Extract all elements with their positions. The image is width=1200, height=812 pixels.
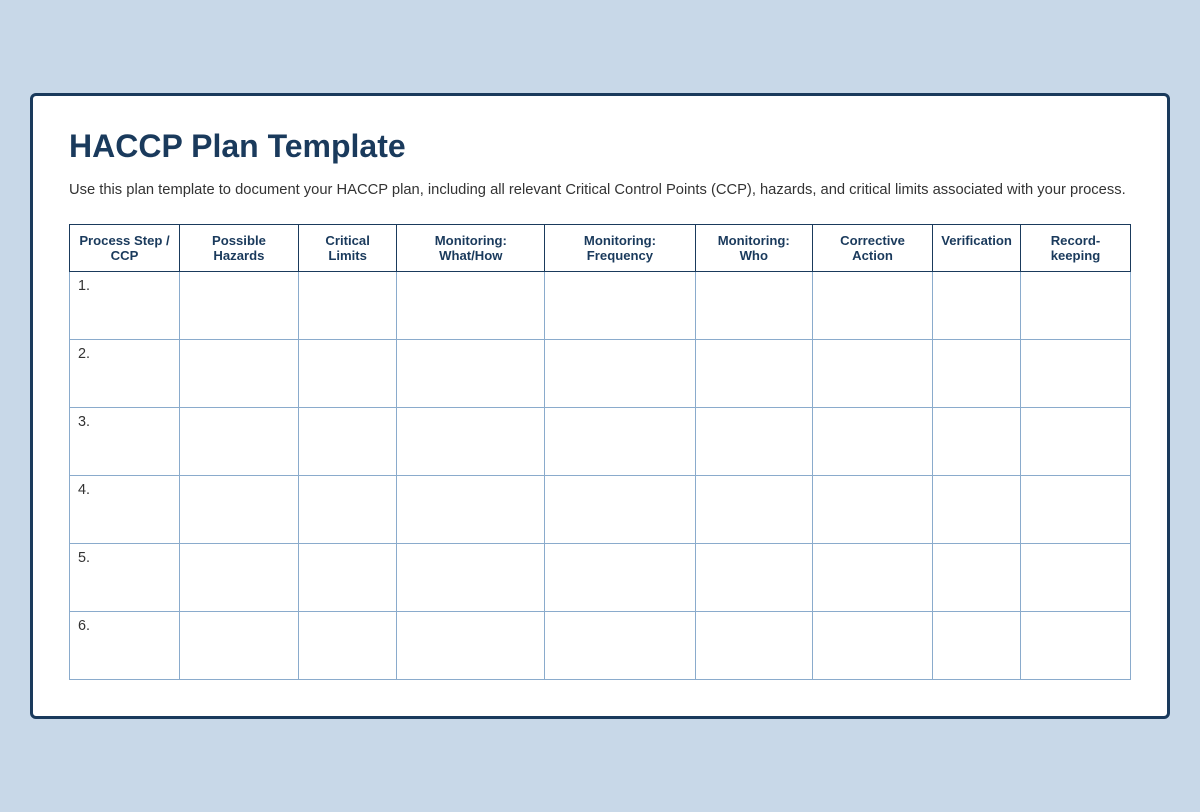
cell-record-keeping [1020,611,1130,679]
col-header-corrective-action: Corrective Action [812,224,932,271]
cell-monitoring-frequency [545,611,695,679]
cell-verification [933,543,1021,611]
cell-process-step: 6. [70,611,180,679]
cell-monitoring-frequency [545,543,695,611]
cell-monitoring-who [695,543,812,611]
col-header-process-step: Process Step / CCP [70,224,180,271]
haccp-table: Process Step / CCPPossible HazardsCritic… [69,224,1131,680]
cell-verification [933,339,1021,407]
col-header-critical-limits: Critical Limits [298,224,397,271]
cell-process-step: 1. [70,271,180,339]
cell-record-keeping [1020,407,1130,475]
cell-process-step: 2. [70,339,180,407]
cell-monitoring-what-how [397,543,545,611]
cell-corrective-action [812,407,932,475]
cell-verification [933,271,1021,339]
cell-process-step: 5. [70,543,180,611]
cell-verification [933,611,1021,679]
cell-corrective-action [812,543,932,611]
cell-critical-limits [298,271,397,339]
cell-record-keeping [1020,543,1130,611]
table-row: 3. [70,407,1131,475]
col-header-monitoring-what-how: Monitoring: What/How [397,224,545,271]
cell-monitoring-what-how [397,339,545,407]
cell-monitoring-what-how [397,271,545,339]
cell-monitoring-who [695,611,812,679]
page-description: Use this plan template to document your … [69,179,1131,201]
cell-record-keeping [1020,339,1130,407]
cell-corrective-action [812,339,932,407]
cell-critical-limits [298,339,397,407]
cell-corrective-action [812,611,932,679]
table-row: 1. [70,271,1131,339]
cell-critical-limits [298,611,397,679]
table-row: 2. [70,339,1131,407]
table-header-row: Process Step / CCPPossible HazardsCritic… [70,224,1131,271]
cell-monitoring-frequency [545,339,695,407]
cell-possible-hazards [180,339,299,407]
cell-monitoring-frequency [545,475,695,543]
cell-process-step: 3. [70,407,180,475]
cell-monitoring-who [695,271,812,339]
cell-corrective-action [812,475,932,543]
cell-verification [933,407,1021,475]
col-header-verification: Verification [933,224,1021,271]
cell-monitoring-what-how [397,611,545,679]
cell-record-keeping [1020,271,1130,339]
page-title: HACCP Plan Template [69,128,1131,165]
cell-critical-limits [298,407,397,475]
cell-monitoring-who [695,407,812,475]
table-row: 5. [70,543,1131,611]
cell-possible-hazards [180,407,299,475]
cell-monitoring-what-how [397,407,545,475]
cell-possible-hazards [180,271,299,339]
table-row: 4. [70,475,1131,543]
col-header-possible-hazards: Possible Hazards [180,224,299,271]
haccp-plan-card: HACCP Plan Template Use this plan templa… [30,93,1170,718]
cell-critical-limits [298,475,397,543]
cell-corrective-action [812,271,932,339]
cell-monitoring-who [695,475,812,543]
cell-verification [933,475,1021,543]
col-header-record-keeping: Record-keeping [1020,224,1130,271]
cell-monitoring-who [695,339,812,407]
cell-record-keeping [1020,475,1130,543]
cell-monitoring-frequency [545,407,695,475]
cell-possible-hazards [180,611,299,679]
col-header-monitoring-frequency: Monitoring: Frequency [545,224,695,271]
table-row: 6. [70,611,1131,679]
cell-critical-limits [298,543,397,611]
cell-monitoring-what-how [397,475,545,543]
cell-possible-hazards [180,543,299,611]
col-header-monitoring-who: Monitoring: Who [695,224,812,271]
cell-possible-hazards [180,475,299,543]
cell-process-step: 4. [70,475,180,543]
cell-monitoring-frequency [545,271,695,339]
